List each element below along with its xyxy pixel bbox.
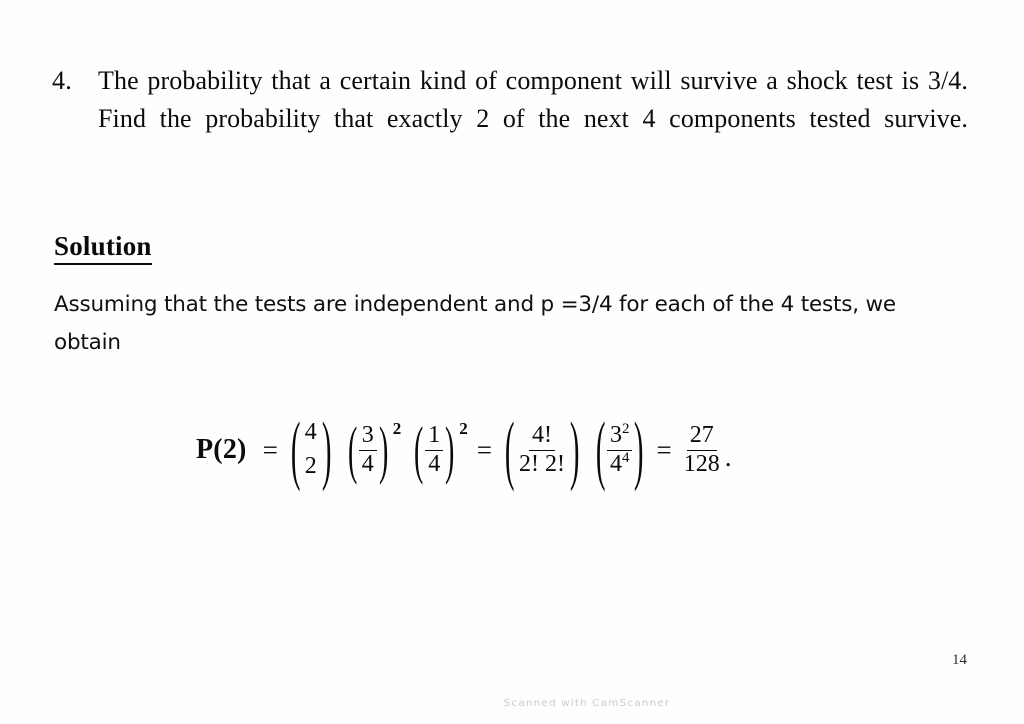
open-paren-icon: ( [595,405,606,493]
formula-equals-2: = [476,434,493,465]
power-term: ( 32 44 ) [594,411,645,488]
term-q-denominator: 4 [428,450,441,477]
power-numerator-base: 3 [610,421,623,448]
camscanner-watermark: Scanned with CamScanner [503,697,671,709]
term-p-group: ( 3 4 ) 2 [344,417,402,482]
term-q-fraction: 1 4 [425,422,444,478]
problem-text: The probability that a certain kind of c… [98,66,968,133]
power-denominator: 44 [607,449,632,478]
term-p-numerator: 3 [358,422,377,451]
factorial-term: ( 4! 2! 2! ) [503,411,581,488]
result-fraction: 27 128 [681,422,723,478]
page-number: 14 [952,652,967,668]
result-numerator: 27 [686,422,717,451]
power-fraction: 32 44 [607,420,633,478]
open-paren-icon: ( [504,405,515,493]
close-paren-icon: ) [321,405,332,493]
term-p-denominator: 4 [361,450,374,477]
close-paren-icon: ) [445,412,455,486]
solution-heading: Solution [54,231,152,265]
term-q-parens: ( 1 4 ) [412,417,456,482]
term-q-group: ( 1 4 ) 2 [410,417,468,482]
term-q-exponent: 2 [459,418,468,438]
problem-block: 4. The probability that a certain kind o… [52,62,968,176]
power-denominator-base: 4 [610,450,623,477]
binomial-stack: 4 2 [302,419,320,480]
solution-body-text: Assuming that the tests are independent … [54,292,896,355]
formula-period: . [724,442,732,473]
result-group: 27 128 . [681,422,732,478]
document-page: 4. The probability that a certain kind o… [0,0,1024,724]
term-p-fraction: 3 4 [358,422,377,478]
formula-equals-1: = [262,434,278,465]
solution-formula: P(2) = ( 4 2 ) ( 3 4 ) 2 (1 4) 2 = (4… [196,405,731,495]
problem-number: 4. [52,66,73,95]
binomial-coefficient: ( 4 2 ) [289,411,333,488]
close-paren-icon: ) [569,405,580,493]
power-numerator: 32 [607,420,633,451]
close-paren-icon: ) [378,412,389,486]
binomial-k: 2 [304,453,317,479]
term-p-parens: ( 3 4 ) [346,417,390,482]
term-q-numerator: 1 [425,422,444,451]
factorial-fraction: 4! 2! 2! [516,422,568,478]
formula-lhs: P(2) [196,434,247,465]
term-p-exponent: 2 [392,418,402,438]
open-paren-icon: ( [347,412,358,486]
factorial-numerator: 4! [529,422,556,451]
power-numerator-exponent: 2 [622,420,630,437]
close-paren-icon: ) [634,405,644,493]
binomial-n: 4 [304,419,317,446]
result-denominator: 128 [683,450,720,477]
open-paren-icon: ( [290,405,301,493]
open-paren-icon: ( [414,412,424,486]
formula-equals-3: = [656,434,672,465]
factorial-denominator: 2! 2! [519,450,566,477]
power-denominator-exponent: 4 [622,449,630,466]
